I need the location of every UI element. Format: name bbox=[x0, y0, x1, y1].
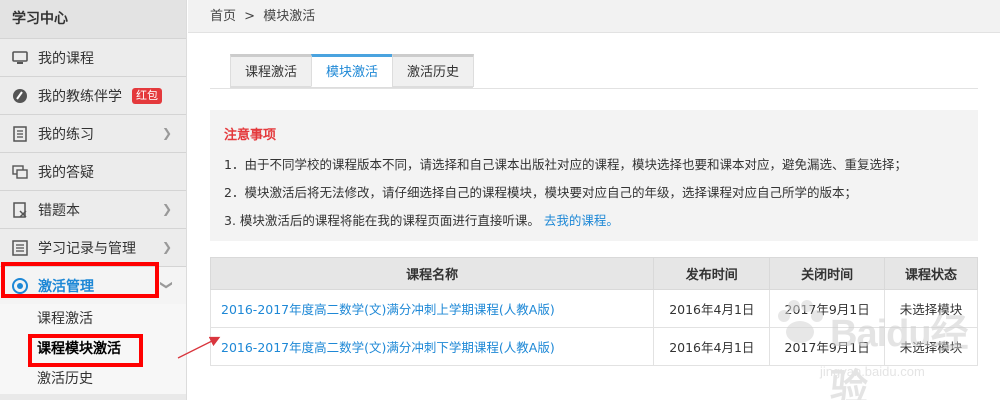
activate-icon bbox=[12, 277, 28, 294]
breadcrumb-separator: > bbox=[244, 9, 256, 24]
tab-module-activation[interactable]: 模块激活 bbox=[311, 54, 393, 87]
header-close-time: 关闭时间 bbox=[769, 257, 886, 290]
sidebar-item-wrong-book[interactable]: 错题本 ❯ bbox=[0, 190, 186, 228]
sidebar-item-my-courses[interactable]: 我的课程 bbox=[0, 38, 186, 76]
sidebar-item-label: 激活管理 bbox=[38, 278, 94, 295]
notice-line-3-text: 3. 模块激活后的课程将能在我的课程页面进行直接听课。 bbox=[224, 213, 540, 228]
list-icon bbox=[12, 125, 28, 142]
sidebar-item-coach[interactable]: 我的教练伴学 红包 bbox=[0, 76, 186, 114]
sidebar-item-my-practice[interactable]: 我的练习 ❯ bbox=[0, 114, 186, 152]
submenu-module-activation[interactable]: 课程模块激活 bbox=[0, 334, 186, 364]
sidebar-item-records[interactable]: 学习记录与管理 ❯ bbox=[0, 228, 186, 266]
sidebar-item-label: 我的练习 bbox=[38, 126, 94, 143]
breadcrumb: 首页 > 模块激活 bbox=[188, 0, 1000, 33]
tab-bar: 课程激活 模块激活 激活历史 bbox=[230, 54, 474, 88]
notice-panel: 注意事项 1．由于不同学校的课程版本不同，请选择和自己课本出版社对应的课程，模块… bbox=[210, 110, 978, 241]
sidebar-item-label: 错题本 bbox=[38, 202, 80, 219]
course-table: 课程名称 发布时间 关闭时间 课程状态 2016-2017年度高二数学(文)满分… bbox=[209, 257, 978, 366]
sidebar-item-label: 我的课程 bbox=[38, 50, 94, 67]
status-cell: 未选择模块 bbox=[884, 327, 978, 366]
activation-submenu: 课程激活 课程模块激活 激活历史 bbox=[0, 304, 186, 394]
chevron-right-icon: ❯ bbox=[161, 240, 172, 254]
sidebar-item-label: 学习记录与管理 bbox=[38, 240, 136, 257]
main-content: 首页 > 模块激活 课程激活 模块激活 激活历史 注意事项 1．由于不同学校的课… bbox=[188, 0, 1000, 400]
header-publish-time: 发布时间 bbox=[653, 257, 771, 290]
course-name-cell: 2016-2017年度高二数学(文)满分冲刺上学期课程(人教A版) bbox=[209, 289, 655, 328]
table-header-row: 课程名称 发布时间 关闭时间 课程状态 bbox=[209, 257, 978, 290]
go-my-courses-link[interactable]: 去我的课程 bbox=[544, 213, 607, 228]
wrong-book-icon bbox=[12, 201, 28, 218]
notice-line-3-suffix: 。 bbox=[606, 213, 619, 228]
notice-line-3: 3. 模块激活后的课程将能在我的课程页面进行直接听课。 去我的课程。 bbox=[224, 207, 964, 235]
submenu-activation-history[interactable]: 激活历史 bbox=[0, 364, 186, 394]
status-cell: 未选择模块 bbox=[884, 289, 978, 328]
close-time-cell: 2017年9月1日 bbox=[769, 327, 886, 366]
close-time-cell: 2017年9月1日 bbox=[769, 289, 886, 328]
chevron-right-icon: ❯ bbox=[161, 126, 172, 140]
table-row: 2016-2017年度高二数学(文)满分冲刺下学期课程(人教A版) 2016年4… bbox=[209, 327, 978, 366]
sidebar-item-my-qa[interactable]: 我的答疑 bbox=[0, 152, 186, 190]
submenu-course-activation[interactable]: 课程激活 bbox=[0, 304, 186, 334]
tab-divider bbox=[210, 88, 978, 89]
header-course-name: 课程名称 bbox=[209, 257, 655, 290]
notice-line-1: 1．由于不同学校的课程版本不同，请选择和自己课本出版社对应的课程，模块选择也要和… bbox=[224, 157, 907, 172]
chat-icon bbox=[12, 164, 28, 180]
publish-time-cell: 2016年4月1日 bbox=[653, 327, 771, 366]
coach-icon bbox=[12, 88, 28, 104]
notice-title: 注意事项 bbox=[224, 128, 277, 143]
header-course-status: 课程状态 bbox=[884, 257, 978, 290]
publish-time-cell: 2016年4月1日 bbox=[653, 289, 771, 328]
breadcrumb-current: 模块激活 bbox=[263, 9, 316, 24]
table-row: 2016-2017年度高二数学(文)满分冲刺上学期课程(人教A版) 2016年4… bbox=[209, 289, 978, 328]
tab-activation-history[interactable]: 激活历史 bbox=[392, 54, 474, 87]
sidebar-title: 学习中心 bbox=[0, 0, 186, 38]
monitor-icon bbox=[12, 50, 28, 66]
chevron-right-icon: ❯ bbox=[161, 202, 172, 216]
course-link[interactable]: 2016-2017年度高二数学(文)满分冲刺上学期课程(人教A版) bbox=[221, 302, 555, 317]
sidebar-item-label: 我的答疑 bbox=[38, 164, 94, 181]
sidebar: 学习中心 我的课程 我的教练伴学 红包 我的练习 ❯ 我的答疑 错题本 ❯ 学习… bbox=[0, 0, 187, 400]
course-name-cell: 2016-2017年度高二数学(文)满分冲刺下学期课程(人教A版) bbox=[209, 327, 655, 366]
sidebar-item-activation[interactable]: 激活管理 ❯ bbox=[0, 266, 186, 304]
course-link[interactable]: 2016-2017年度高二数学(文)满分冲刺下学期课程(人教A版) bbox=[221, 340, 555, 355]
breadcrumb-home[interactable]: 首页 bbox=[210, 9, 236, 24]
tab-course-activation[interactable]: 课程激活 bbox=[230, 54, 312, 87]
sidebar-item-label: 我的教练伴学 bbox=[38, 88, 122, 105]
notice-line-2: 2．模块激活后将无法修改，请仔细选择自己的课程模块，模块要对应自己的年级，选择课… bbox=[224, 185, 857, 200]
red-packet-badge: 红包 bbox=[132, 87, 162, 104]
record-icon bbox=[12, 239, 28, 256]
chevron-down-icon: ❯ bbox=[159, 279, 174, 291]
